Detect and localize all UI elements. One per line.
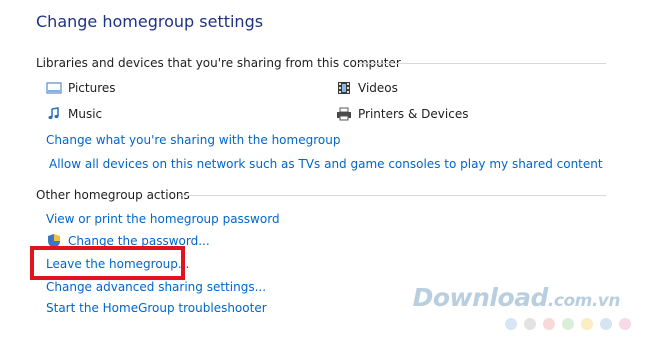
- watermark-dot: [543, 318, 555, 330]
- printers-icon: [337, 107, 351, 121]
- change-sharing-link[interactable]: Change what you're sharing with the home…: [46, 133, 340, 147]
- page-title: Change homegroup settings: [36, 12, 264, 31]
- watermark-brand: Download: [412, 283, 549, 312]
- sharing-divider: [356, 63, 606, 64]
- allow-devices-link[interactable]: Allow all devices on this network such a…: [49, 157, 603, 171]
- music-label: Music: [68, 107, 103, 121]
- other-actions-divider: [178, 195, 606, 196]
- watermark-dot: [581, 318, 593, 330]
- watermark-logo: Download.com.vn: [412, 283, 621, 312]
- watermark-dot: [505, 318, 517, 330]
- watermark-dot: [619, 318, 631, 330]
- watermark-dot: [562, 318, 574, 330]
- view-password-link[interactable]: View or print the homegroup password: [46, 212, 280, 226]
- highlight-box: [30, 246, 185, 280]
- pictures-icon: [46, 82, 62, 94]
- videos-label: Videos: [358, 81, 398, 95]
- watermark-domain: .com.vn: [547, 291, 621, 311]
- printers-item[interactable]: [336, 106, 352, 125]
- videos-icon: [338, 82, 350, 94]
- videos-item[interactable]: [336, 80, 352, 99]
- advanced-sharing-link[interactable]: Change advanced sharing settings...: [46, 280, 266, 294]
- printers-label: Printers & Devices: [358, 107, 469, 121]
- pictures-item[interactable]: [46, 80, 62, 99]
- pictures-label: Pictures: [68, 81, 116, 95]
- troubleshooter-link[interactable]: Start the HomeGroup troubleshooter: [46, 301, 267, 315]
- sharing-heading: Libraries and devices that you're sharin…: [36, 56, 401, 70]
- music-icon: [48, 107, 59, 120]
- watermark-dot: [524, 318, 536, 330]
- other-actions-heading: Other homegroup actions: [36, 188, 190, 202]
- watermark-dot: [600, 318, 612, 330]
- music-item[interactable]: [46, 106, 62, 125]
